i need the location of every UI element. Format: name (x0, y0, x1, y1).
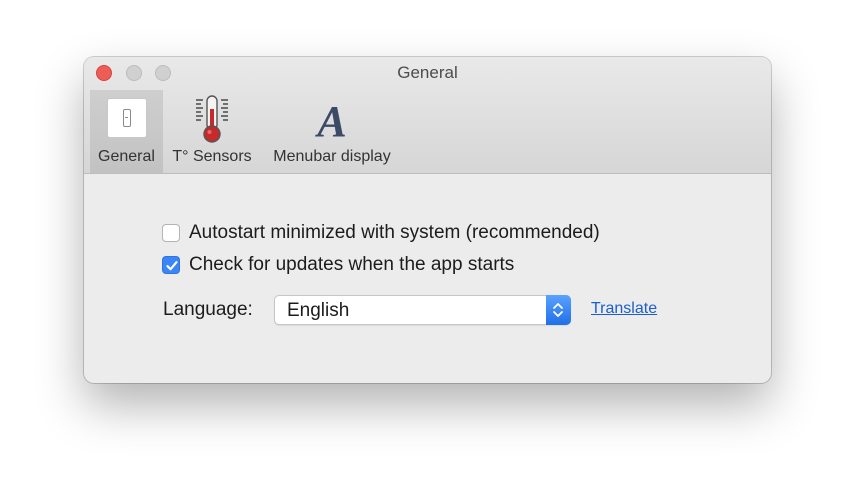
language-select-value: English (287, 300, 350, 321)
thermometer-icon (196, 95, 228, 143)
checkmark-icon (166, 261, 178, 271)
autostart-checkbox[interactable] (162, 224, 180, 242)
window-title: General (397, 63, 458, 82)
language-label: Language: (163, 299, 253, 320)
svg-text:A: A (314, 97, 346, 144)
tab-general-label: General (98, 148, 155, 165)
check-updates-row[interactable]: Check for updates when the app starts (162, 254, 514, 276)
check-updates-label: Check for updates when the app starts (189, 254, 515, 275)
translate-link[interactable]: Translate (591, 300, 657, 318)
tab-sensors[interactable]: T° Sensors (166, 90, 258, 173)
tab-sensors-label: T° Sensors (172, 148, 252, 165)
titlebar-toolbar: General General T° Sensors A Menubar dis… (84, 57, 771, 174)
tab-menubar-label: Menubar display (273, 148, 391, 165)
tab-general[interactable]: General (90, 90, 163, 173)
autostart-row[interactable]: Autostart minimized with system (recomme… (162, 222, 600, 244)
font-a-icon: A (314, 97, 346, 144)
language-select[interactable]: English (274, 295, 571, 325)
autostart-label: Autostart minimized with system (recomme… (189, 222, 600, 243)
preferences-window: General General T° Sensors A Menubar dis… (84, 57, 771, 383)
switch-icon (103, 94, 151, 144)
tab-menubar-display[interactable]: A Menubar display (264, 90, 400, 173)
check-updates-checkbox[interactable] (162, 256, 180, 274)
general-settings-panel: Autostart minimized with system (recomme… (84, 174, 771, 383)
select-arrows-icon (546, 295, 571, 325)
